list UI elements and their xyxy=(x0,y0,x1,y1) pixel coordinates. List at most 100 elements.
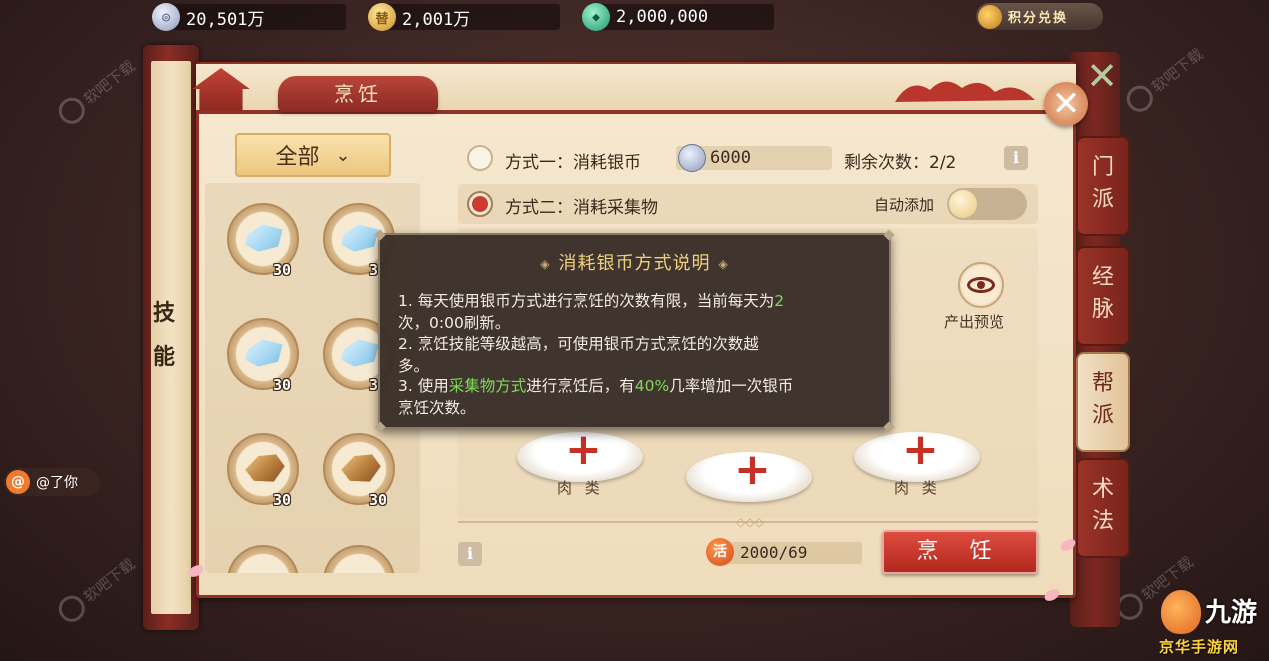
preview-label: 产出预览 xyxy=(944,313,1005,331)
cloud-ornament-icon xyxy=(895,81,1035,102)
recipe-item[interactable]: 30 xyxy=(323,433,395,509)
close-button[interactable]: ✕ xyxy=(1044,82,1088,126)
tooltip-text: 次，0:00刷新。 xyxy=(398,314,511,332)
tooltip-line-3: 3. 使用采集物方式进行烹饪后，有40%几率增加一次银币 烹饪次数。 xyxy=(398,375,876,419)
skill-scroll-title: 技 能 xyxy=(152,295,176,377)
plus-icon: + xyxy=(565,424,602,475)
tooltip-highlight: 2 xyxy=(774,292,785,310)
recipe-item[interactable]: 30 xyxy=(227,318,299,394)
category-selected: 全部 xyxy=(275,145,320,170)
method2-radio[interactable] xyxy=(467,191,493,217)
gold-currency: 替 2,001万 xyxy=(368,3,560,31)
tooltip-title-text: 消耗银币方式说明 xyxy=(558,253,711,274)
watermark: 软吧下载 xyxy=(1121,41,1209,117)
auto-add-label: 自动添加 xyxy=(874,196,935,214)
vitality-icon: 活 xyxy=(706,538,734,566)
diamond-icon: ◈ xyxy=(718,257,729,271)
tooltip-title: ◈ 消耗银币方式说明 ◈ xyxy=(380,249,889,275)
logo-main-text: 九游 xyxy=(1205,598,1258,628)
ingredient-slot-label: 肉 类 xyxy=(557,479,604,497)
tab-char: 脉 xyxy=(1091,297,1114,322)
watermark-text: 软吧下载 xyxy=(79,554,139,606)
watermark: 软吧下载 xyxy=(53,53,141,129)
ice-ingredient-icon xyxy=(245,224,283,252)
recipe-item[interactable]: 30 xyxy=(227,203,299,279)
ingredient-slot[interactable]: + xyxy=(686,448,812,502)
tab-guild[interactable]: 帮派 xyxy=(1076,352,1130,452)
watermark: 软吧下载 xyxy=(53,551,141,627)
tab-char: 派 xyxy=(1091,403,1114,428)
tab-char: 帮 xyxy=(1091,371,1114,396)
tooltip-text: 3. 使用 xyxy=(398,377,449,395)
recipe-count: 30 xyxy=(273,261,292,279)
tab-char: 法 xyxy=(1091,509,1114,534)
tooltip-text: 几率增加一次银币 xyxy=(669,377,794,395)
skill-title-char: 能 xyxy=(152,345,175,370)
auto-add-toggle[interactable] xyxy=(947,188,1027,220)
method1-label: 方式一：消耗银币 xyxy=(505,153,641,173)
method1-radio[interactable] xyxy=(467,145,493,171)
ingredient-slot[interactable]: + xyxy=(517,428,643,482)
tooltip-text: 进行烹饪后，有 xyxy=(526,377,635,395)
category-dropdown[interactable]: 全部 ⌄ xyxy=(235,133,391,177)
recipe-item[interactable]: 30 xyxy=(227,433,299,509)
recipe-item[interactable] xyxy=(323,545,395,573)
tooltip-text: 多。 xyxy=(398,357,430,375)
ice-ingredient-icon xyxy=(245,339,283,367)
points-exchange-button[interactable]: 积分兑换 xyxy=(976,3,1103,30)
tab-sect[interactable]: 门派 xyxy=(1076,136,1130,236)
tooltip-highlight: 采集物方式 xyxy=(448,377,527,395)
tab-char: 门 xyxy=(1091,155,1114,180)
ice-ingredient-icon xyxy=(341,339,379,367)
silver-amount: 20,501万 xyxy=(186,9,265,30)
watermark-text: 软吧下载 xyxy=(1147,44,1207,96)
meat-ingredient-icon xyxy=(341,454,381,482)
money-bag-icon xyxy=(978,4,1002,29)
vitality-value: 2000/69 xyxy=(740,543,808,562)
jade-amount: 2,000,000 xyxy=(616,7,709,27)
points-exchange-label: 积分兑换 xyxy=(1008,11,1069,26)
panel-title: 烹饪 xyxy=(278,76,438,112)
chevron-down-icon: ⌄ xyxy=(335,144,351,166)
chat-text: @了你 xyxy=(36,475,78,491)
method2-label: 方式二：消耗采集物 xyxy=(505,198,658,218)
ingredient-slot-label: 肉 类 xyxy=(894,479,941,497)
silver-method-tooltip: ◈ 消耗银币方式说明 ◈ 1. 每天使用银币方式进行烹饪的次数有限，当前每天为2 次… xyxy=(374,229,895,433)
tooltip-line-1: 1. 每天使用银币方式进行烹饪的次数有限，当前每天为2 次，0:00刷新。 xyxy=(398,290,876,334)
tooltip-text: 1. 每天使用银币方式进行烹饪的次数有限，当前每天为 xyxy=(398,292,775,310)
skill-title-char: 技 xyxy=(152,301,175,326)
eye-icon xyxy=(967,277,995,293)
toggle-knob xyxy=(949,190,977,218)
tab-char: 术 xyxy=(1091,477,1114,502)
at-icon: @ xyxy=(6,470,30,494)
gold-amount: 2,001万 xyxy=(402,9,471,30)
chat-mention[interactable]: @ @了你 xyxy=(4,468,100,496)
tooltip-text: 2. 烹饪技能等级越高，可使用银币方式烹饪的次数越 xyxy=(398,335,759,353)
ingredient-slot[interactable]: + xyxy=(854,428,980,482)
recipe-count: 30 xyxy=(369,491,388,509)
cooking-info-button[interactable]: i xyxy=(458,542,482,566)
tooltip-highlight: 40% xyxy=(634,377,670,395)
method1-cost: 6000 xyxy=(710,148,751,168)
cook-button[interactable]: 烹 饪 xyxy=(882,530,1038,574)
silver-coin-icon xyxy=(678,144,706,172)
plus-icon: + xyxy=(902,424,939,475)
diamond-icon: ◈ xyxy=(540,257,551,271)
tab-meridian[interactable]: 经脉 xyxy=(1076,246,1130,346)
logo-sub-text: 京华手游网 xyxy=(1159,638,1240,656)
preview-button[interactable] xyxy=(958,262,1004,308)
meat-ingredient-icon xyxy=(245,454,285,482)
tab-char: 经 xyxy=(1091,265,1114,290)
tab-spell[interactable]: 术法 xyxy=(1076,458,1130,558)
silver-currency: ◎ 20,501万 xyxy=(152,3,346,31)
close-icon: ✕ xyxy=(1086,54,1118,98)
method1-info-button[interactable]: i xyxy=(1004,146,1028,170)
mascot-icon xyxy=(1161,590,1201,634)
watermark-text: 软吧下载 xyxy=(79,56,139,108)
recipe-item[interactable] xyxy=(227,545,299,573)
tooltip-text: 烹饪次数。 xyxy=(398,399,476,417)
recipe-count: 30 xyxy=(273,376,292,394)
tab-char: 派 xyxy=(1091,187,1114,212)
tooltip-line-2: 2. 烹饪技能等级越高，可使用银币方式烹饪的次数越 多。 xyxy=(398,333,876,377)
site-logo: 九游 京华手游网 xyxy=(1153,586,1269,661)
